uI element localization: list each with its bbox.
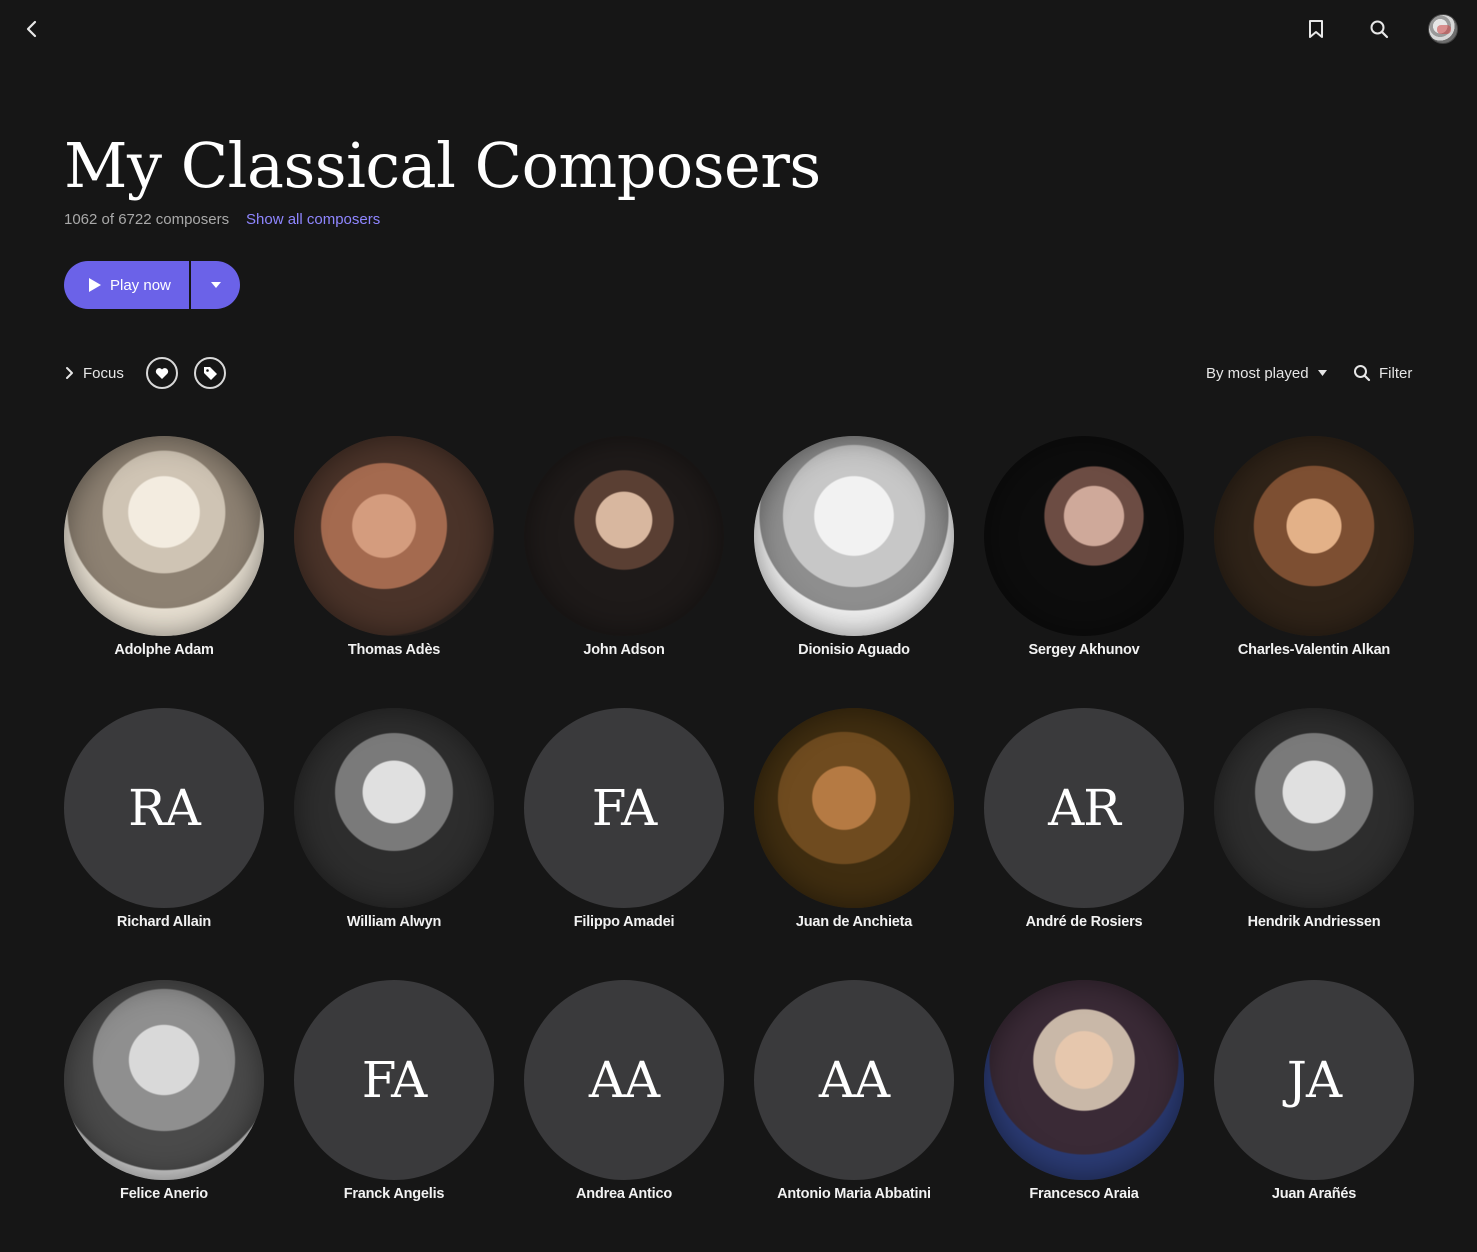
composer-initials: JA [1214,980,1414,1180]
composer-card[interactable]: William Alwyn [294,708,494,948]
composer-card[interactable]: AR André de Rosiers [984,708,1184,948]
composer-initials: AR [984,708,1184,908]
portrait-shading [754,708,954,908]
composer-card[interactable]: FA Filippo Amadei [524,708,724,948]
composer-portrait [754,436,954,636]
chevron-left-icon [26,20,37,38]
filter-label: Filter [1379,364,1413,382]
portrait-shading [1214,436,1414,636]
composer-card[interactable]: Sergey Akhunov [984,436,1184,676]
composer-card[interactable]: Juan de Anchieta [754,708,954,948]
composer-initials: FA [294,980,494,1180]
favorites-filter-button[interactable] [146,357,178,389]
focus-label: Focus [83,364,124,382]
play-icon [89,278,101,292]
filter-button[interactable]: Filter [1353,362,1412,384]
composer-card[interactable]: FA Franck Angelis [294,980,494,1220]
composer-name[interactable]: John Adson [494,642,754,658]
back-button[interactable] [18,14,46,44]
portrait-shading [754,436,954,636]
composer-initials: RA [64,708,264,908]
heart-icon [155,367,169,379]
tags-filter-button[interactable] [194,357,226,389]
composer-name[interactable]: André de Rosiers [954,914,1214,930]
composer-name[interactable]: Felice Anerio [34,1186,294,1202]
composer-initials: FA [524,708,724,908]
composer-name[interactable]: Antonio Maria Abbatini [724,1186,984,1202]
portrait-shading [294,436,494,636]
composer-card[interactable]: Hendrik Andriessen [1214,708,1414,948]
portrait-shading [1214,708,1414,908]
composer-portrait [294,436,494,636]
composer-card[interactable]: JA Juan Arañés [1214,980,1414,1220]
composer-portrait [294,708,494,908]
play-now-label: Play now [110,276,171,294]
composer-card[interactable]: John Adson [524,436,724,676]
composer-name[interactable]: Richard Allain [34,914,294,930]
composer-card[interactable]: RA Richard Allain [64,708,264,948]
composer-initials: AA [754,980,954,1180]
top-bar [0,0,1477,60]
composer-card[interactable]: Adolphe Adam [64,436,264,676]
search-icon [1370,20,1389,39]
page-title: My Classical Composers [64,129,821,202]
composer-portrait [1214,436,1414,636]
composer-name[interactable]: Filippo Amadei [494,914,754,930]
bookmark-icon [1309,20,1323,38]
composer-name[interactable]: Adolphe Adam [34,642,294,658]
composer-portrait [1214,708,1414,908]
caret-down-icon [210,282,221,288]
user-avatar[interactable] [1428,14,1458,44]
composer-name[interactable]: Franck Angelis [264,1186,524,1202]
tag-icon [203,366,217,380]
composer-name[interactable]: Juan de Anchieta [724,914,984,930]
composer-name[interactable]: Hendrik Andriessen [1184,914,1444,930]
composer-portrait [64,436,264,636]
composer-card[interactable]: Thomas Adès [294,436,494,676]
play-button-group: Play now [64,261,240,309]
search-button[interactable] [1364,14,1394,44]
composer-portrait [984,980,1184,1180]
composer-card[interactable]: Dionisio Aguado [754,436,954,676]
composer-initials: AA [524,980,724,1180]
composer-portrait [754,708,954,908]
composer-card[interactable]: AA Antonio Maria Abbatini [754,980,954,1220]
caret-down-icon [1317,370,1327,376]
composer-name[interactable]: Andrea Antico [494,1186,754,1202]
composer-name[interactable]: Francesco Araia [954,1186,1214,1202]
sort-label: By most played [1206,364,1309,382]
composer-name[interactable]: Thomas Adès [264,642,524,658]
portrait-shading [64,436,264,636]
composer-card[interactable]: AA Andrea Antico [524,980,724,1220]
search-icon [1354,365,1371,382]
portrait-shading [984,436,1184,636]
composer-name[interactable]: Juan Arañés [1184,1186,1444,1202]
composer-card[interactable]: Francesco Araia [984,980,1184,1220]
composer-name[interactable]: Charles-Valentin Alkan [1184,642,1444,658]
composer-name[interactable]: William Alwyn [264,914,524,930]
composer-card[interactable]: Charles-Valentin Alkan [1214,436,1414,676]
composer-name[interactable]: Sergey Akhunov [954,642,1214,658]
composer-name[interactable]: Dionisio Aguado [724,642,984,658]
play-options-button[interactable] [191,261,240,309]
sort-dropdown[interactable]: By most played [1206,362,1327,384]
focus-toggle[interactable]: Focus [64,362,124,384]
composer-portrait [524,436,724,636]
composer-card[interactable]: Felice Anerio [64,980,264,1220]
composer-portrait [64,980,264,1180]
portrait-shading [984,980,1184,1180]
portrait-shading [294,708,494,908]
portrait-shading [524,436,724,636]
bookmark-button[interactable] [1301,14,1331,44]
play-now-button[interactable]: Play now [64,261,189,309]
chevron-right-icon [66,367,73,379]
portrait-shading [64,980,264,1180]
show-all-composers-link[interactable]: Show all composers [246,210,380,230]
composer-count: 1062 of 6722 composers [64,211,230,228]
composer-portrait [984,436,1184,636]
